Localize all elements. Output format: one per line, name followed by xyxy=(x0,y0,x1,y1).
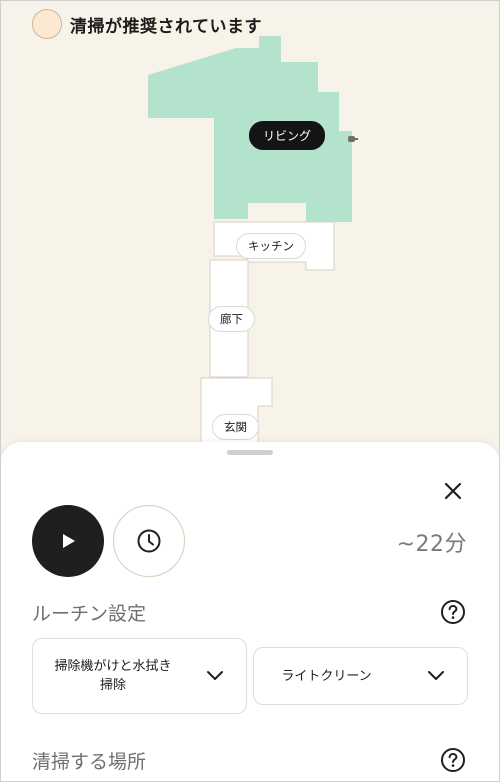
status-text: 清掃が推奨されています xyxy=(70,16,262,37)
sheet-grabber[interactable] xyxy=(227,450,273,455)
cleaning-mode-select[interactable]: 掃除機がけと水拭き 掃除 xyxy=(32,638,247,714)
routine-help-button[interactable] xyxy=(440,599,466,625)
clock-icon xyxy=(137,529,161,553)
cleaning-mode-value: 掃除機がけと水拭き 掃除 xyxy=(33,657,193,695)
start-cleaning-button[interactable] xyxy=(32,505,104,577)
floor-map[interactable]: リビング キッチン 廊下 玄関 xyxy=(0,0,500,460)
cleaning-status: 清掃が推奨されています xyxy=(32,8,262,40)
play-icon xyxy=(63,534,75,548)
floor-plan xyxy=(148,36,358,446)
close-button[interactable] xyxy=(440,478,466,504)
cleaning-intensity-value: ライトクリーン xyxy=(281,668,372,684)
chevron-down-icon xyxy=(428,671,444,680)
bottom-sheet: ~22分 ルーチン設定 掃除機がけと水拭き 掃除 ライトクリーン 清掃する場所 xyxy=(0,442,500,782)
cleaning-location-title: 清掃する場所 xyxy=(32,751,147,773)
chevron-down-icon xyxy=(207,671,223,680)
routine-settings-title: ルーチン設定 xyxy=(32,603,147,625)
cleaning-mode-line2: 掃除 xyxy=(99,678,126,693)
cleaning-intensity-select[interactable]: ライトクリーン xyxy=(253,647,468,705)
close-icon xyxy=(444,482,462,500)
help-icon xyxy=(441,748,465,772)
cleaning-mode-line1: 掃除機がけと水拭き xyxy=(54,659,172,674)
room-label-living[interactable]: リビング xyxy=(249,121,326,150)
schedule-button[interactable] xyxy=(113,505,185,577)
help-icon xyxy=(441,600,465,624)
location-help-button[interactable] xyxy=(440,747,466,773)
room-label-entrance[interactable]: 玄関 xyxy=(212,414,259,440)
dock-icon xyxy=(348,136,358,142)
room-label-hallway[interactable]: 廊下 xyxy=(208,306,255,332)
estimated-time: ~22分 xyxy=(396,532,467,557)
status-dot xyxy=(32,9,62,39)
room-label-kitchen[interactable]: キッチン xyxy=(236,233,306,259)
